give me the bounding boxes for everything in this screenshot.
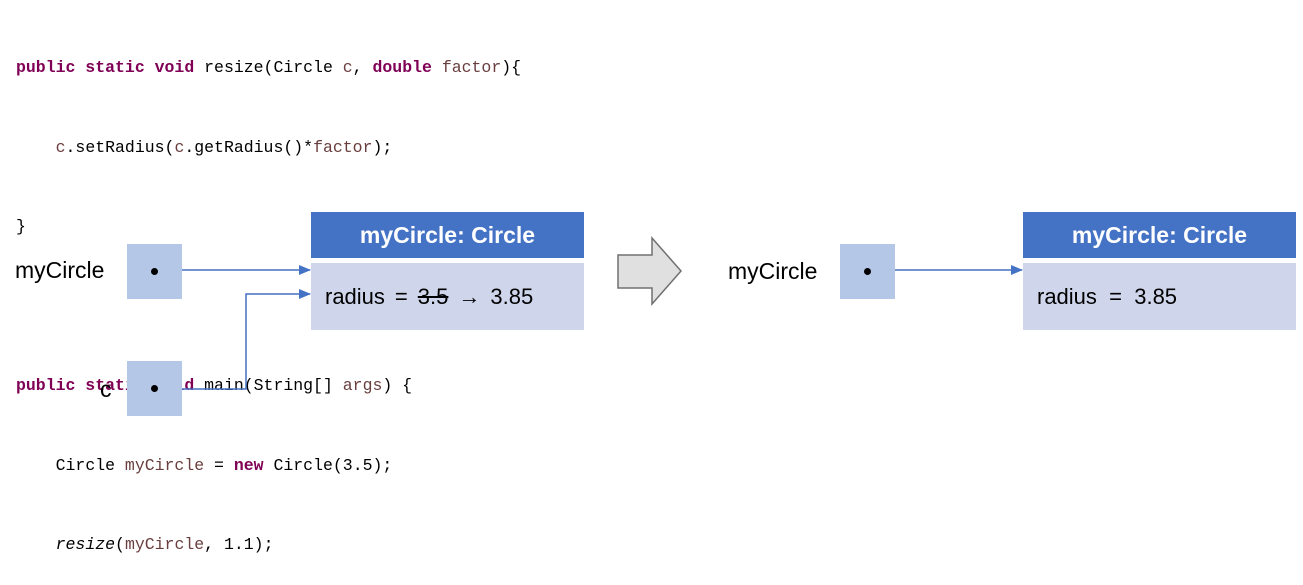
old-radius-value: 3.5 xyxy=(417,283,449,309)
code-text: = xyxy=(204,455,234,475)
code-text: , 1.1); xyxy=(204,535,274,554)
reference-arrow-c xyxy=(182,289,311,390)
reference-dot xyxy=(864,268,871,275)
object-body: radius = 3.5 → 3.85 xyxy=(311,263,584,330)
field-name-radius: radius xyxy=(325,283,385,309)
reference-box-c xyxy=(127,361,182,416)
radius-field-after: radius = 3.85 xyxy=(1037,283,1178,309)
reference-dot xyxy=(151,385,158,392)
new-radius-value: 3.85 xyxy=(490,283,534,309)
code-text: Circle(3.5); xyxy=(263,455,393,475)
object-header: myCircle: Circle xyxy=(311,212,584,258)
reference-dot xyxy=(151,268,158,275)
code-keyword: new xyxy=(233,455,264,475)
label-mycircle: myCircle xyxy=(15,257,105,283)
object-header-after: myCircle: Circle xyxy=(1023,212,1296,258)
code-line-new-circle: Circle myCircle = new Circle(3.5); xyxy=(16,453,521,480)
code-variable: myCircle xyxy=(124,455,205,475)
code-line-resize-call: resize(myCircle, 1.1); xyxy=(16,532,521,559)
equals-sign: = xyxy=(394,283,408,309)
reference-box-mycircle xyxy=(127,244,182,299)
reference-box-mycircle-after xyxy=(840,244,895,299)
code-variable: myCircle xyxy=(124,535,205,554)
transition-arrow xyxy=(617,236,682,306)
label-c: c xyxy=(100,376,112,402)
label-mycircle-after: myCircle xyxy=(728,258,818,284)
code-text: Circle xyxy=(55,455,125,475)
change-arrow: → xyxy=(458,283,481,309)
code-text: ( xyxy=(115,535,125,554)
code-method-call: resize xyxy=(55,535,116,554)
object-body-after: radius = 3.85 xyxy=(1023,263,1296,330)
